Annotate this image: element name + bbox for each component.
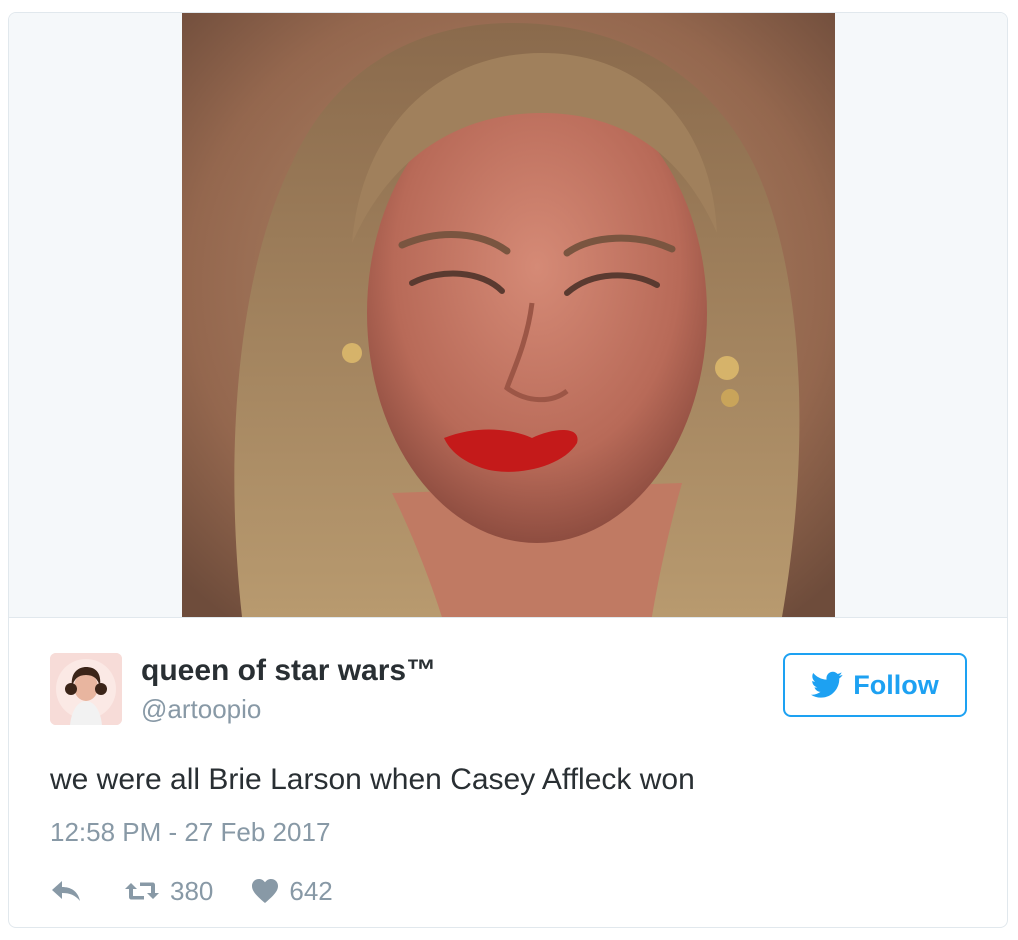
retweet-count: 380 — [170, 875, 214, 906]
tweet-timestamp[interactable]: 12:58 PM - 27 Feb 2017 — [50, 817, 330, 848]
tweet-text: we were all Brie Larson when Casey Affle… — [50, 763, 695, 796]
like-button[interactable]: 642 — [251, 875, 333, 907]
tweet-body: queen of star wars™ @artoopio Follow we … — [9, 619, 1007, 927]
avatar-portrait-icon — [50, 653, 122, 725]
photo-woman-portrait — [182, 13, 835, 617]
author-handle[interactable]: @artoopio — [141, 694, 261, 725]
tweet-media — [9, 13, 1007, 618]
reply-icon — [52, 881, 80, 901]
tweet-actions: 380 642 — [50, 871, 333, 911]
heart-icon — [252, 879, 279, 903]
tweet-photo[interactable] — [182, 13, 835, 617]
retweet-button[interactable]: 380 — [124, 876, 213, 907]
retweet-icon — [125, 882, 159, 900]
embedded-tweet-card: queen of star wars™ @artoopio Follow we … — [8, 12, 1008, 928]
author-display-name[interactable]: queen of star wars™ — [141, 654, 436, 688]
like-count: 642 — [289, 875, 333, 906]
reply-button[interactable] — [50, 879, 82, 903]
avatar[interactable] — [50, 653, 122, 725]
follow-button[interactable]: Follow — [783, 653, 967, 717]
twitter-bird-icon — [811, 671, 843, 698]
follow-label: Follow — [853, 669, 939, 700]
